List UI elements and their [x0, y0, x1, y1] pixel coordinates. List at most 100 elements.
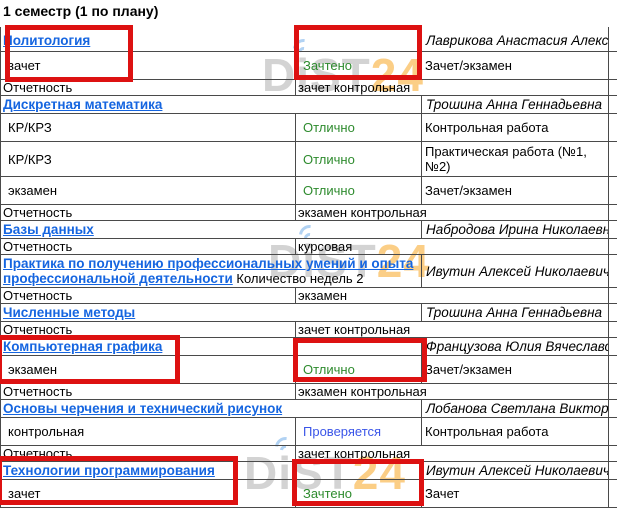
control-type: КР/КРЗ	[8, 152, 52, 167]
report-value: курсовая	[298, 239, 352, 254]
grade-cell: Отлично	[296, 142, 422, 177]
work-type-cell: Контрольная работа	[422, 114, 609, 142]
grade-row: зачетЗачтеноЗачет	[1, 480, 617, 508]
teacher-cell: Лаврикова Анастасия Алекса	[422, 27, 609, 52]
grade-value: Отлично	[303, 362, 355, 377]
work-type: Зачет/экзамен	[425, 183, 512, 198]
grade-cell: Проверяется	[296, 418, 422, 446]
grade-row: контрольная Проверяется Контрольная работа	[1, 418, 617, 446]
report-value: зачет контрольная	[298, 322, 410, 337]
teacher-cell: Ивутин Алексей Николаевич	[422, 462, 609, 480]
subject-title-row: Политология Лаврикова Анастасия Алекса	[1, 27, 617, 52]
work-type: Практическая работа (№1, №2)	[425, 144, 587, 174]
teacher-cell: Набродова Ирина Николаевна	[422, 221, 609, 239]
control-type-cell: зачет	[1, 480, 296, 508]
cut-column-cell	[609, 288, 617, 304]
grade-row: зачет Зачтено Зачет/экзамен	[1, 52, 617, 80]
report-value: зачет контрольная	[298, 80, 410, 95]
subject-cell: Базы данных	[1, 221, 422, 239]
teacher-cell: Трошина Анна Геннадьевна	[422, 304, 609, 322]
grade-value: Отлично	[303, 120, 355, 135]
report-label: Отчетность	[3, 446, 72, 461]
page-title: 1 семестр (1 по плану)	[0, 0, 617, 22]
report-value-cell: зачет контрольная	[296, 446, 609, 462]
cut-column-cell	[609, 480, 617, 508]
control-type: КР/КРЗ	[8, 120, 52, 135]
subject-cell: Дискретная математика	[1, 96, 422, 114]
cut-column-cell	[609, 221, 617, 239]
cut-column-cell	[609, 239, 617, 255]
teacher-cell: Лобанова Светлана Викторов	[422, 400, 609, 418]
report-value-cell: курсовая	[296, 239, 609, 255]
grade-row: экзаменОтличноЗачет/экзамен	[1, 177, 617, 205]
control-type: зачет	[8, 58, 40, 73]
report-label: Отчетность	[3, 239, 72, 254]
subject-link[interactable]: Политология	[3, 33, 90, 48]
cut-column-cell	[609, 384, 617, 400]
subject-title-row: Базы данных Набродова Ирина Николаевна	[1, 221, 617, 239]
teacher-name: Французова Юлия Вячеславов	[426, 339, 609, 354]
report-value-cell: экзамен контрольная	[296, 384, 609, 400]
cut-column-cell	[609, 446, 617, 462]
grade-row: КР/КРЗ Отлично Контрольная работа	[1, 114, 617, 142]
cut-column-cell	[609, 114, 617, 142]
subject-cell: Основы черчения и технический рисунок	[1, 400, 422, 418]
grade-cell: Зачтено	[296, 52, 422, 80]
subject-suffix: Количество недель 2	[236, 271, 363, 286]
report-label: Отчетность	[3, 384, 72, 399]
subject-link[interactable]: Основы черчения и технический рисунок	[3, 401, 282, 416]
grade-value[interactable]: Проверяется	[303, 424, 381, 439]
report-label-cell: Отчетность	[1, 239, 296, 255]
report-row: Отчетностьэкзамен контрольная	[1, 205, 617, 221]
control-type-cell: зачет	[1, 52, 296, 80]
report-label-cell: Отчетность	[1, 205, 296, 221]
subject-cell: Практика по получению профессиональных у…	[1, 255, 422, 288]
cut-column-cell	[609, 304, 617, 322]
cut-column-cell	[609, 462, 617, 480]
cut-column-cell	[609, 142, 617, 177]
report-label: Отчетность	[3, 80, 72, 95]
work-type: Зачет	[425, 486, 459, 501]
work-type-cell: Зачет/экзамен	[422, 356, 609, 384]
subject-link[interactable]: Технологии программирования	[3, 463, 215, 478]
subject-link[interactable]: Базы данных	[3, 222, 94, 237]
teacher-name: Набродова Ирина Николаевна	[426, 222, 609, 237]
grade-value: Зачтено	[303, 58, 352, 73]
subject-cell: Технологии программирования	[1, 462, 422, 480]
cut-column-cell	[609, 52, 617, 80]
subject-link[interactable]: Дискретная математика	[3, 97, 162, 112]
grade-value: Отлично	[303, 152, 355, 167]
subject-title-row: Технологии программирования Ивутин Алексе…	[1, 462, 617, 480]
work-type-cell: Зачет	[422, 480, 609, 508]
report-label-cell: Отчетность	[1, 446, 296, 462]
grade-row: КР/КРЗ Отлично Практическая работа (№1, №2…	[1, 142, 617, 177]
semester-table-body: ПолитологияЛаврикова Анастасия Алексазач…	[1, 27, 617, 508]
subject-title-row: Компьютерная графика Французова Юлия Вяче…	[1, 338, 617, 356]
subject-link[interactable]: Численные методы	[3, 305, 135, 320]
teacher-cell: Трошина Анна Геннадьевна	[422, 96, 609, 114]
cut-column-cell	[609, 322, 617, 338]
control-type-cell: экзамен	[1, 177, 296, 205]
control-type-cell: экзамен	[1, 356, 296, 384]
report-label-cell: Отчетность	[1, 384, 296, 400]
control-type: экзамен	[8, 183, 57, 198]
work-type: Зачет/экзамен	[425, 58, 512, 73]
report-label: Отчетность	[3, 322, 72, 337]
report-row: Отчетность экзамен контрольная	[1, 384, 617, 400]
work-type: Контрольная работа	[425, 424, 548, 439]
control-type-cell: контрольная	[1, 418, 296, 446]
work-type-cell: Зачет/экзамен	[422, 52, 609, 80]
cut-column-cell	[609, 255, 617, 288]
grade-cell: Отлично	[296, 356, 422, 384]
subject-title-row: Практика по получению профессиональных у…	[1, 255, 617, 288]
report-row: Отчетность зачет контрольная	[1, 80, 617, 96]
control-type: зачет	[8, 486, 40, 501]
teacher-name: Ивутин Алексей Николаевич	[426, 264, 609, 279]
control-type: экзамен	[8, 362, 57, 377]
work-type-cell: Контрольная работа	[422, 418, 609, 446]
work-type: Контрольная работа	[425, 120, 548, 135]
report-row: Отчетность зачет контрольная	[1, 446, 617, 462]
report-row: Отчетность зачет контрольная	[1, 322, 617, 338]
subject-link[interactable]: Компьютерная графика	[3, 339, 162, 354]
control-type: контрольная	[8, 424, 84, 439]
